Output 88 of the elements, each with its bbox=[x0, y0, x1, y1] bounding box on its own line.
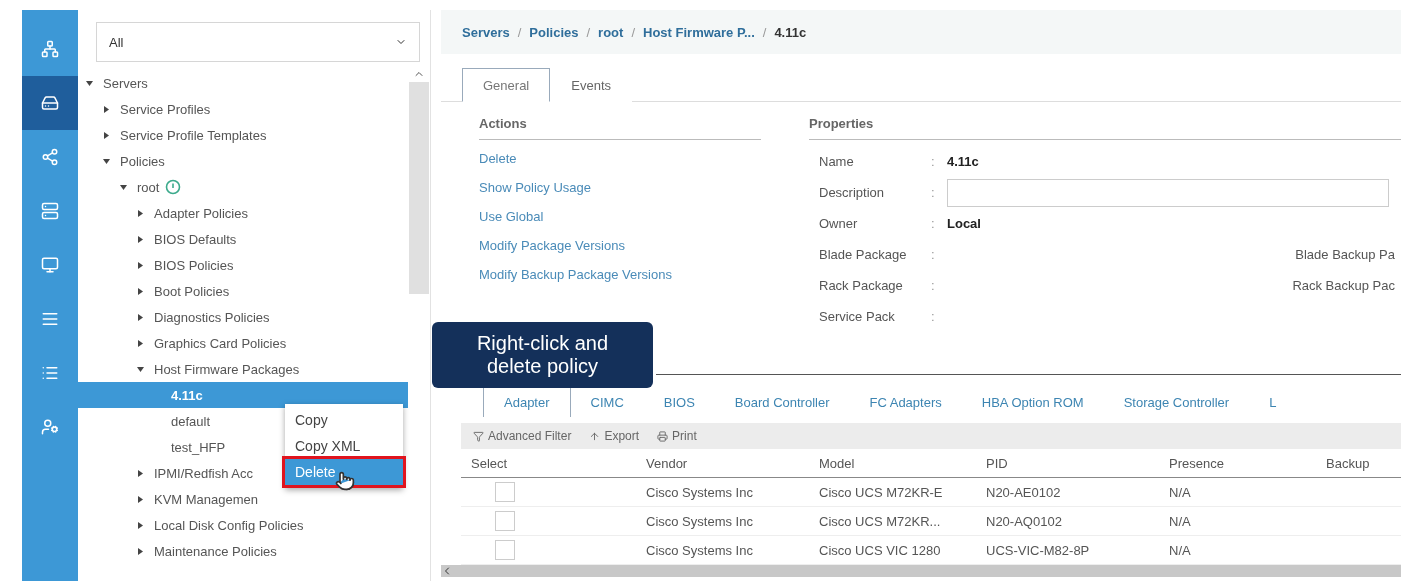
breadcrumb-link[interactable]: Host Firmware P... bbox=[643, 24, 755, 40]
toolbar-button[interactable]: Export bbox=[589, 429, 640, 443]
section-title: Actions bbox=[479, 116, 761, 140]
breadcrumb-link[interactable]: 4.11c bbox=[774, 24, 807, 40]
tree-item[interactable]: BIOS Policies bbox=[154, 257, 234, 273]
tree-item[interactable]: Service Profiles bbox=[120, 101, 211, 117]
description-input[interactable] bbox=[947, 178, 1389, 207]
table-cell-text: N/A bbox=[1169, 542, 1192, 558]
tree-item[interactable]: BIOS Defaults bbox=[154, 231, 237, 247]
table-cell-text: Cisco Systems Inc bbox=[646, 513, 754, 529]
action-link[interactable]: Modify Backup Package Versions bbox=[479, 267, 761, 285]
table-cell-text: UCS-VIC-M82-8P bbox=[986, 542, 1091, 558]
column-header: Select bbox=[471, 455, 509, 471]
filter-icon bbox=[473, 430, 484, 442]
breadcrumb-separator: / bbox=[762, 24, 767, 40]
action-link[interactable]: Delete bbox=[479, 151, 761, 169]
tree-item[interactable]: Servers bbox=[103, 75, 148, 91]
tree-item[interactable]: Maintenance Policies bbox=[154, 543, 277, 559]
colon: : bbox=[931, 185, 936, 200]
breadcrumb-link[interactable]: Policies bbox=[529, 24, 579, 40]
tree-item[interactable]: Policies bbox=[120, 153, 165, 169]
tree-item[interactable]: root bbox=[137, 179, 160, 195]
property-label: Service Pack bbox=[819, 309, 896, 324]
column-header: Model bbox=[819, 455, 856, 471]
export-icon bbox=[589, 430, 601, 442]
property-label: Blade Backup Pa bbox=[1295, 247, 1395, 262]
table-cell-text: Cisco Systems Inc bbox=[646, 484, 754, 500]
table-cell-text: N20-AE0102 bbox=[986, 484, 1062, 500]
column-header: PID bbox=[986, 455, 1009, 471]
server-icon[interactable] bbox=[22, 76, 78, 130]
breadcrumb-link[interactable]: Servers bbox=[462, 24, 510, 40]
breadcrumb-link[interactable]: root bbox=[598, 24, 624, 40]
breadcrumb-separator: / bbox=[517, 24, 522, 40]
tree-item[interactable]: Host Firmware Packages bbox=[154, 361, 300, 377]
filter-dropdown[interactable]: All bbox=[96, 22, 420, 62]
property-label: Blade Package bbox=[819, 247, 908, 262]
horizontal-scrollbar[interactable] bbox=[441, 565, 1401, 577]
tree-item[interactable]: Service Profile Templates bbox=[120, 127, 267, 143]
table-cell-text: Cisco Systems Inc bbox=[646, 542, 754, 558]
tree-item[interactable]: Graphics Card Policies bbox=[154, 335, 287, 351]
tree-item[interactable]: Adapter Policies bbox=[154, 205, 248, 221]
table-cell-text: Cisco UCS M72KR... bbox=[819, 513, 942, 529]
menu-item[interactable]: Copy XML bbox=[285, 433, 403, 459]
table-cell-text: Cisco UCS VIC 1280 bbox=[819, 542, 942, 558]
column-header: Vendor bbox=[646, 455, 689, 471]
breadcrumb-separator: / bbox=[631, 24, 635, 40]
tree-item[interactable]: IPMI/Redfish Acc bbox=[154, 465, 253, 481]
property-label: Rack Package bbox=[819, 278, 904, 293]
toolbar-button[interactable]: Print bbox=[657, 429, 697, 443]
action-link[interactable]: Modify Package Versions bbox=[479, 238, 761, 256]
row-checkbox[interactable] bbox=[495, 540, 515, 560]
tree-item[interactable]: 4.11c bbox=[171, 387, 203, 403]
tab[interactable]: General bbox=[462, 68, 551, 102]
property-label: Rack Backup Pac bbox=[1292, 278, 1395, 293]
property-value: Local bbox=[947, 216, 982, 231]
tree-item[interactable]: default bbox=[171, 413, 211, 429]
action-link[interactable]: Show Policy Usage bbox=[479, 180, 761, 198]
tree-item[interactable]: KVM Managemen bbox=[154, 491, 259, 507]
tooltip: Right-click and delete policy bbox=[432, 322, 653, 388]
table-cell-text: N/A bbox=[1169, 513, 1192, 529]
tree-item[interactable]: test_HFP bbox=[171, 439, 226, 455]
tree-item[interactable]: Boot Policies bbox=[154, 283, 230, 299]
toolbar-button[interactable]: Advanced Filter bbox=[473, 429, 572, 443]
tree-item[interactable]: Local Disk Config Policies bbox=[154, 517, 304, 533]
row-checkbox[interactable] bbox=[495, 482, 515, 502]
component-tab[interactable]: Adapter bbox=[483, 387, 571, 417]
colon: : bbox=[931, 154, 936, 169]
colon: : bbox=[931, 247, 936, 262]
table-cell-text: N20-AQ0102 bbox=[986, 513, 1063, 529]
table-cell-text: Cisco UCS M72KR-E bbox=[819, 484, 944, 500]
tree-item[interactable]: Diagnostics Policies bbox=[154, 309, 270, 325]
property-label: Owner bbox=[819, 216, 859, 231]
row-checkbox[interactable] bbox=[495, 511, 515, 531]
action-link[interactable]: Use Global bbox=[479, 209, 761, 227]
section-title: Properties bbox=[809, 116, 1401, 140]
hand-cursor-icon bbox=[335, 471, 355, 491]
table-cell-text: N/A bbox=[1169, 484, 1192, 500]
property-label: Name bbox=[819, 154, 855, 169]
property-label: Description bbox=[819, 185, 886, 200]
print-icon bbox=[657, 430, 669, 442]
colon: : bbox=[931, 309, 936, 324]
colon: : bbox=[931, 216, 936, 231]
column-header: Presence bbox=[1169, 455, 1225, 471]
breadcrumb-separator: / bbox=[586, 24, 591, 40]
colon: : bbox=[931, 278, 936, 293]
property-value: 4.11c bbox=[947, 154, 980, 169]
menu-item[interactable]: Copy bbox=[285, 407, 403, 433]
column-header: Backup bbox=[1326, 455, 1371, 471]
